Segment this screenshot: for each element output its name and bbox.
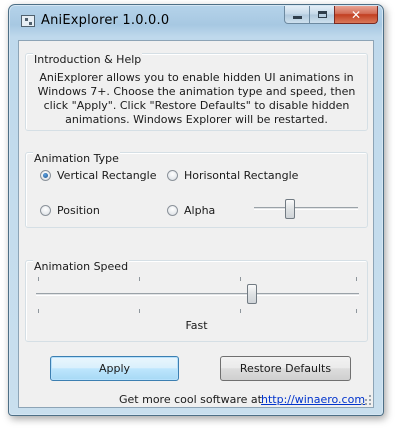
animation-type-legend: Animation Type xyxy=(33,152,120,165)
minimize-button[interactable] xyxy=(284,6,310,24)
client-area: Introduction & Help AniExplorer allows y… xyxy=(18,40,374,408)
maximize-button[interactable] xyxy=(309,6,335,24)
title-bar[interactable]: AniExplorer 1.0.0.0 ✕ xyxy=(9,5,383,35)
radio-indicator[interactable] xyxy=(40,170,51,181)
alpha-slider-track xyxy=(254,207,358,210)
radio-label: Horisontal Rectangle xyxy=(184,169,299,182)
close-icon: ✕ xyxy=(350,7,362,22)
animation-speed-group: Animation Speed Fast xyxy=(25,260,368,342)
speed-value-label: Fast xyxy=(185,319,208,332)
animation-type-group: Animation Type Vertical Rectangle Horiso… xyxy=(25,152,368,228)
radio-label: Alpha xyxy=(184,204,216,217)
tick xyxy=(240,309,241,313)
caption-buttons: ✕ xyxy=(284,6,378,24)
radio-vertical-rectangle[interactable]: Vertical Rectangle xyxy=(40,169,156,182)
tick xyxy=(139,277,140,281)
radio-position[interactable]: Position xyxy=(40,204,100,217)
intro-legend: Introduction & Help xyxy=(33,53,143,66)
tick xyxy=(240,277,241,281)
radio-indicator[interactable] xyxy=(167,170,178,181)
close-button[interactable]: ✕ xyxy=(334,6,378,24)
animation-speed-legend: Animation Speed xyxy=(33,260,130,273)
maximize-icon xyxy=(317,11,327,18)
intro-text: AniExplorer allows you to enable hidden … xyxy=(37,71,356,126)
radio-label: Vertical Rectangle xyxy=(57,169,157,182)
winaero-link[interactable]: http://winaero.com xyxy=(261,393,365,406)
minimize-icon xyxy=(292,16,302,19)
alpha-slider-thumb[interactable] xyxy=(285,199,295,219)
footer-text: Get more cool software at xyxy=(119,393,262,406)
apply-button[interactable]: Apply xyxy=(50,356,179,381)
restore-defaults-button[interactable]: Restore Defaults xyxy=(220,356,351,381)
tick xyxy=(38,277,39,281)
radio-horisontal-rectangle[interactable]: Horisontal Rectangle xyxy=(167,169,298,182)
alpha-slider[interactable] xyxy=(250,197,362,221)
speed-slider-thumb[interactable] xyxy=(247,284,257,304)
tick xyxy=(356,277,357,281)
radio-alpha[interactable]: Alpha xyxy=(167,204,215,217)
tick xyxy=(139,309,140,313)
tick xyxy=(356,309,357,313)
window-title: AniExplorer 1.0.0.0 xyxy=(41,13,170,28)
speed-slider[interactable] xyxy=(34,275,361,315)
size-grip-icon[interactable] xyxy=(361,395,371,405)
radio-label: Position xyxy=(57,204,100,217)
app-icon[interactable] xyxy=(21,15,35,27)
intro-group: Introduction & Help AniExplorer allows y… xyxy=(25,53,368,131)
tick xyxy=(38,309,39,313)
speed-slider-track xyxy=(36,293,359,296)
radio-indicator[interactable] xyxy=(167,205,178,216)
radio-indicator[interactable] xyxy=(40,205,51,216)
app-window: AniExplorer 1.0.0.0 ✕ Introduction & Hel… xyxy=(8,4,384,416)
